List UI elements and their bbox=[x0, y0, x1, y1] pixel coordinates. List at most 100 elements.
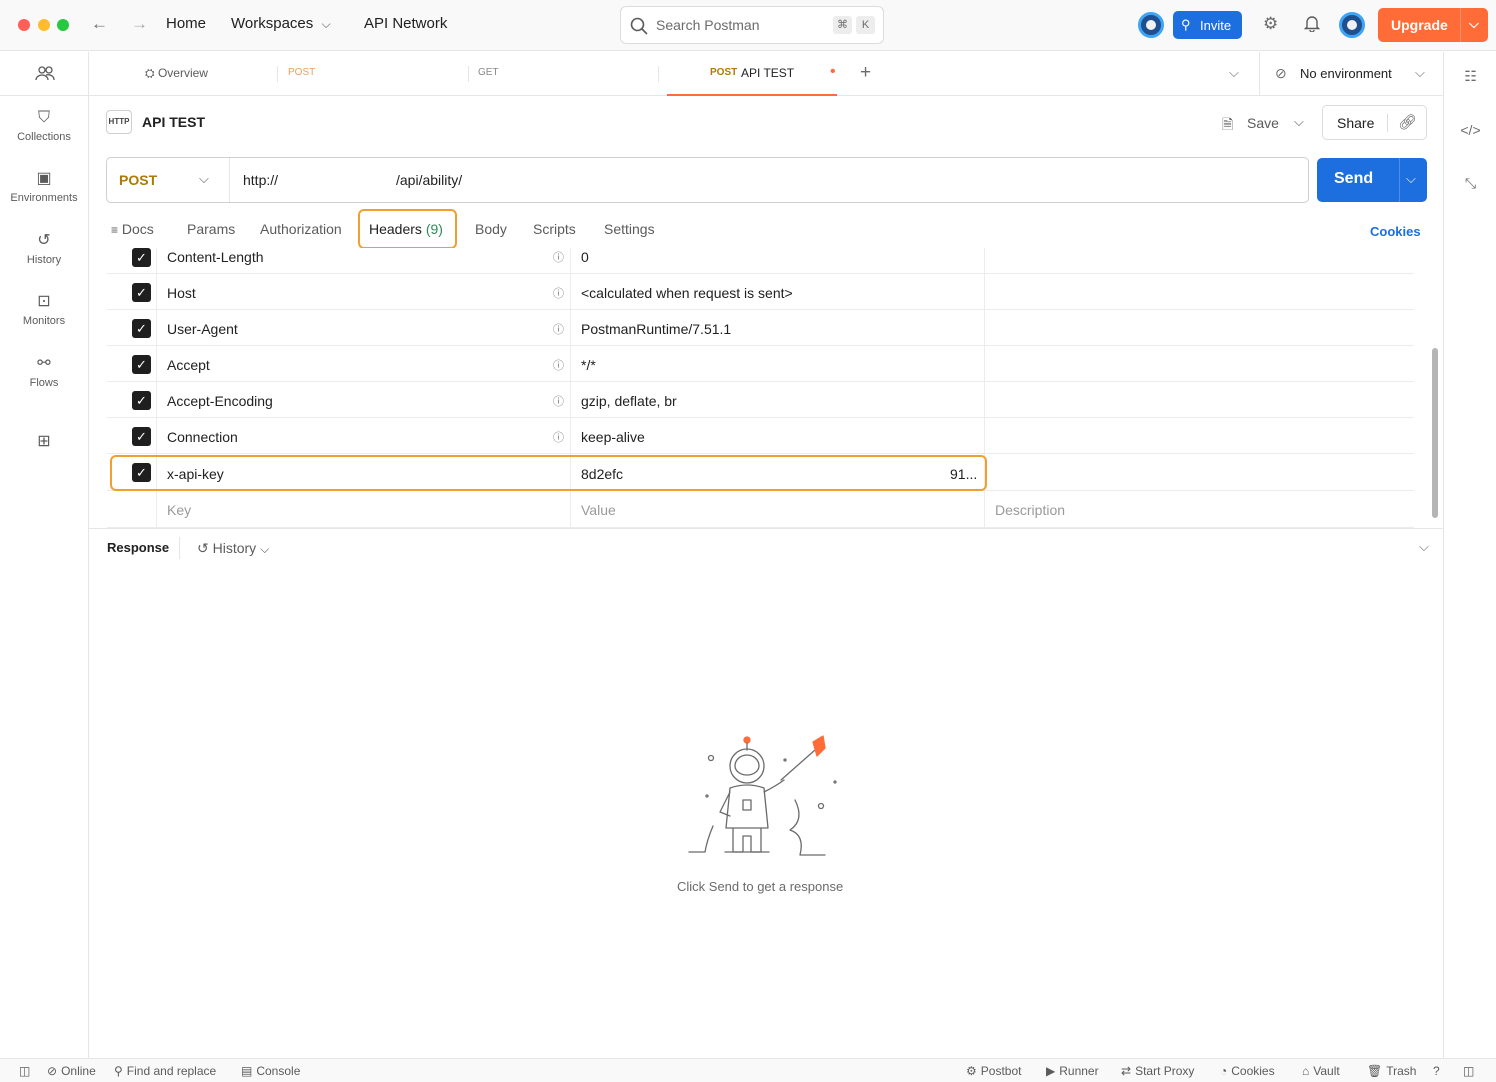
row-checkbox[interactable]: ✓ bbox=[132, 391, 151, 410]
save-options-chevron-icon[interactable]: ⌵ bbox=[1294, 114, 1304, 130]
workspace-header[interactable] bbox=[0, 52, 88, 96]
header-value[interactable]: keep-alive bbox=[581, 429, 645, 445]
save-button[interactable]: Save bbox=[1247, 115, 1279, 131]
info-icon[interactable]: ⓘ bbox=[553, 249, 564, 265]
close-window-button[interactable] bbox=[18, 19, 30, 31]
scrollbar-thumb[interactable] bbox=[1432, 348, 1438, 518]
method-label: POST bbox=[119, 172, 158, 188]
tab-authorization[interactable]: Authorization bbox=[260, 221, 342, 237]
header-value[interactable]: */* bbox=[581, 357, 596, 373]
url-input[interactable]: http:// /api/ability/ bbox=[230, 158, 1308, 202]
checkbox-cell: ✓ bbox=[107, 310, 157, 345]
maximize-window-button[interactable] bbox=[57, 19, 69, 31]
tab-api-test[interactable]: POST API TEST • bbox=[667, 52, 837, 96]
help-icon[interactable]: ? bbox=[1433, 1064, 1440, 1078]
find-replace-button[interactable]: ⚲ Find and replace bbox=[114, 1064, 216, 1078]
sidebar-item-environments[interactable]: ▣ Environments bbox=[0, 169, 88, 204]
tab-get-request[interactable]: GET bbox=[478, 52, 658, 96]
header-key[interactable]: User-Agent bbox=[167, 321, 238, 337]
forward-arrow-icon[interactable]: → bbox=[131, 14, 148, 34]
header-key[interactable]: Host bbox=[167, 285, 196, 301]
user-avatar[interactable] bbox=[1339, 12, 1365, 38]
http-request-icon: HTTP bbox=[106, 110, 132, 134]
minimize-window-button[interactable] bbox=[38, 19, 50, 31]
header-key[interactable]: Accept-Encoding bbox=[167, 393, 273, 409]
chevron-down-icon[interactable]: ⌵ bbox=[1469, 16, 1479, 32]
row-checkbox[interactable]: ✓ bbox=[132, 427, 151, 446]
collapse-response-chevron-icon[interactable]: ⌵ bbox=[1419, 539, 1429, 555]
header-key[interactable]: Content-Length bbox=[167, 249, 264, 265]
invite-button[interactable]: ⚲ Invite bbox=[1173, 11, 1242, 39]
vault-button[interactable]: ⌂ Vault bbox=[1302, 1064, 1340, 1078]
row-checkbox[interactable]: ✓ bbox=[132, 283, 151, 302]
value-input[interactable]: Value bbox=[581, 502, 616, 518]
description-input[interactable]: Description bbox=[995, 502, 1065, 518]
tab-body[interactable]: Body bbox=[475, 221, 507, 237]
response-history-dropdown[interactable]: ↺ History ⌵ bbox=[197, 540, 269, 557]
send-button-group: Send ⌵ bbox=[1317, 158, 1427, 202]
info-icon[interactable]: ⓘ bbox=[553, 357, 564, 373]
documentation-icon[interactable]: ☷ bbox=[1444, 68, 1496, 85]
tab-overview[interactable]: ⛭ Overview bbox=[145, 52, 277, 96]
tabs-dropdown-chevron-icon[interactable]: ⌵ bbox=[1229, 65, 1239, 81]
search-input[interactable]: Search Postman ⌘ K bbox=[620, 6, 884, 44]
headers-scrollbar[interactable] bbox=[1432, 348, 1440, 518]
online-status[interactable]: ⊘ Online bbox=[47, 1064, 96, 1078]
header-value[interactable]: <calculated when request is sent> bbox=[581, 285, 793, 301]
tab-post-request[interactable]: POST bbox=[288, 52, 468, 96]
start-proxy-button[interactable]: ⇄ Start Proxy bbox=[1121, 1064, 1194, 1078]
divider bbox=[1259, 52, 1260, 96]
sidebar-item-collections[interactable]: ⛉ Collections bbox=[0, 108, 88, 143]
nav-workspaces[interactable]: Workspaces ⌵ bbox=[231, 15, 331, 32]
nav-home[interactable]: Home bbox=[166, 15, 206, 32]
header-key[interactable]: Accept bbox=[167, 357, 210, 373]
info-icon[interactable]: ⓘ bbox=[553, 321, 564, 337]
tab-divider bbox=[468, 66, 469, 82]
cookies-button[interactable]: ◔ Cookies bbox=[1220, 1064, 1275, 1078]
team-avatar[interactable] bbox=[1138, 12, 1164, 38]
share-button[interactable]: Share bbox=[1337, 115, 1374, 131]
info-icon[interactable]: ⓘ bbox=[553, 429, 564, 445]
back-arrow-icon[interactable]: ← bbox=[91, 14, 108, 34]
runner-button[interactable]: ▶ Runner bbox=[1046, 1064, 1099, 1078]
check-circle-icon: ⊘ bbox=[47, 1064, 58, 1078]
row-checkbox[interactable]: ✓ bbox=[132, 355, 151, 374]
related-collections-icon[interactable]: ⤡ bbox=[1444, 175, 1496, 192]
sidebar-configure-button[interactable]: ⊞ bbox=[0, 432, 88, 452]
method-selector[interactable]: POST ⌵ bbox=[107, 158, 229, 202]
nav-api-network[interactable]: API Network bbox=[364, 15, 447, 32]
copy-link-icon[interactable]: 🔗︎ bbox=[1398, 113, 1417, 131]
notifications-bell-icon[interactable] bbox=[1303, 14, 1321, 37]
sidebar-item-monitors[interactable]: ⊡ Monitors bbox=[0, 292, 88, 327]
row-checkbox[interactable]: ✓ bbox=[132, 248, 151, 267]
request-name[interactable]: API TEST bbox=[142, 114, 205, 130]
send-options-chevron-icon[interactable]: ⌵ bbox=[1406, 171, 1416, 187]
sidebar-item-flows[interactable]: ⚯ Flows bbox=[0, 354, 88, 389]
postbot-button[interactable]: ⚙ Postbot bbox=[966, 1064, 1021, 1078]
header-value[interactable]: gzip, deflate, br bbox=[581, 393, 677, 409]
toggle-sidebar-icon[interactable]: ◫ bbox=[19, 1064, 30, 1078]
header-value[interactable]: 0 bbox=[581, 249, 589, 265]
sidebar-item-history[interactable]: ↺ History bbox=[0, 231, 88, 266]
settings-gear-icon[interactable]: ⚙ bbox=[1263, 14, 1278, 34]
send-button[interactable]: Send bbox=[1334, 170, 1373, 188]
two-pane-icon[interactable]: ◫ bbox=[1463, 1064, 1474, 1078]
environment-selector[interactable]: ⊘ No environment ⌵ bbox=[1275, 52, 1435, 96]
info-icon[interactable]: ⓘ bbox=[553, 285, 564, 301]
header-value[interactable]: PostmanRuntime/7.51.1 bbox=[581, 321, 731, 337]
new-tab-plus-icon[interactable]: + bbox=[860, 62, 871, 84]
key-input[interactable]: Key bbox=[167, 502, 191, 518]
code-icon[interactable]: </> bbox=[1444, 122, 1496, 138]
info-icon[interactable]: ⓘ bbox=[553, 393, 564, 409]
header-key[interactable]: Connection bbox=[167, 429, 238, 445]
save-icon[interactable]: 🗎 bbox=[1222, 114, 1233, 138]
tab-settings[interactable]: Settings bbox=[604, 221, 655, 237]
upgrade-button[interactable]: Upgrade ⌵ bbox=[1378, 8, 1488, 42]
cookies-link[interactable]: Cookies bbox=[1370, 224, 1421, 239]
trash-button[interactable]: 🗑︎ Trash bbox=[1367, 1064, 1416, 1078]
tab-scripts[interactable]: Scripts bbox=[533, 221, 576, 237]
tab-params[interactable]: Params bbox=[187, 221, 235, 237]
tab-docs[interactable]: ≡ Docs bbox=[111, 221, 154, 237]
row-checkbox[interactable]: ✓ bbox=[132, 319, 151, 338]
console-button[interactable]: ▤ Console bbox=[241, 1064, 300, 1078]
